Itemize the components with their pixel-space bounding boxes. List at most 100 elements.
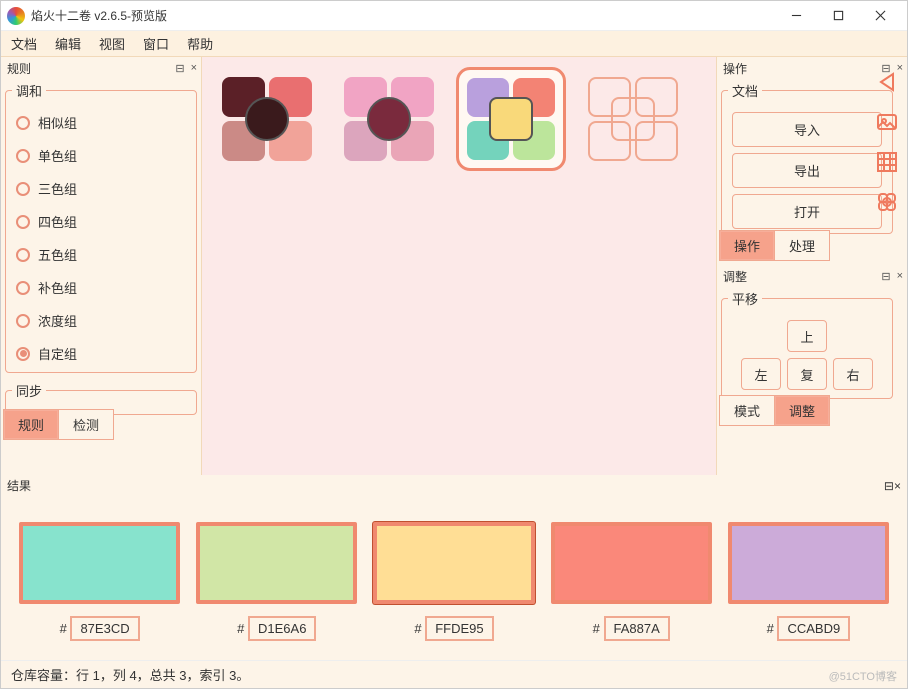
results-title: 结果 bbox=[7, 477, 884, 494]
pin-icon[interactable]: ⊟ bbox=[884, 479, 894, 493]
maximize-button[interactable] bbox=[817, 1, 859, 31]
harmony-option[interactable]: 四色组 bbox=[12, 205, 190, 238]
rules-tabs: 规则 检测 bbox=[3, 409, 201, 440]
hex-prefix: # bbox=[237, 621, 248, 636]
ops-panel-title: 操作 bbox=[723, 60, 875, 77]
tab-adjust[interactable]: 调整 bbox=[775, 395, 830, 426]
menu-view[interactable]: 视图 bbox=[99, 34, 125, 53]
palette-thumbnail[interactable] bbox=[456, 67, 566, 171]
status-text: 仓库容量：行 1，列 4，总共 3，索引 3。 bbox=[11, 665, 249, 684]
result-swatch[interactable]: # FFDE95 bbox=[373, 522, 534, 641]
pin-icon[interactable]: ⊟ bbox=[881, 270, 890, 283]
palette-thumbnail[interactable] bbox=[578, 67, 688, 171]
harmony-group: 调和 相似组单色组三色组四色组五色组补色组浓度组自定组 bbox=[5, 81, 197, 373]
close-icon[interactable]: × bbox=[894, 479, 901, 493]
ops-doc-legend: 文档 bbox=[728, 81, 762, 100]
radio-icon bbox=[16, 314, 30, 328]
menu-file[interactable]: 文档 bbox=[11, 34, 37, 53]
palette-icon[interactable] bbox=[872, 187, 902, 217]
hex-input[interactable]: 87E3CD bbox=[70, 616, 139, 641]
harmony-option[interactable]: 浓度组 bbox=[12, 304, 190, 337]
reset-button[interactable]: 复 bbox=[787, 358, 827, 390]
swatch-color bbox=[19, 522, 180, 604]
swatch-color bbox=[196, 522, 357, 604]
radio-icon bbox=[16, 281, 30, 295]
harmony-option-label: 浓度组 bbox=[38, 311, 77, 330]
hex-input[interactable]: D1E6A6 bbox=[248, 616, 316, 641]
harmony-option[interactable]: 补色组 bbox=[12, 271, 190, 304]
tab-process[interactable]: 处理 bbox=[775, 230, 830, 261]
grid-icon[interactable] bbox=[872, 147, 902, 177]
tool-iconbar bbox=[867, 61, 907, 217]
menubar: 文档 编辑 视图 窗口 帮助 bbox=[1, 31, 907, 57]
close-icon[interactable]: × bbox=[191, 62, 197, 74]
hex-prefix: # bbox=[414, 621, 425, 636]
tab-ops[interactable]: 操作 bbox=[719, 230, 775, 261]
minimize-button[interactable] bbox=[775, 1, 817, 31]
move-up-button[interactable]: 上 bbox=[787, 320, 827, 352]
open-button[interactable]: 打开 bbox=[732, 194, 882, 229]
harmony-option[interactable]: 相似组 bbox=[12, 106, 190, 139]
tab-mode[interactable]: 模式 bbox=[719, 395, 775, 426]
harmony-option-label: 自定组 bbox=[38, 344, 77, 363]
radio-icon bbox=[16, 116, 30, 130]
watermark: @51CTO博客 bbox=[829, 668, 897, 684]
hex-input[interactable]: FA887A bbox=[604, 616, 670, 641]
result-swatch[interactable]: # 87E3CD bbox=[19, 522, 180, 641]
harmony-option[interactable]: 五色组 bbox=[12, 238, 190, 271]
move-right-button[interactable]: 右 bbox=[833, 358, 873, 390]
menu-window[interactable]: 窗口 bbox=[143, 34, 169, 53]
export-button[interactable]: 导出 bbox=[732, 153, 882, 188]
swatch-color bbox=[373, 522, 534, 604]
translate-legend: 平移 bbox=[728, 289, 762, 308]
harmony-option[interactable]: 三色组 bbox=[12, 172, 190, 205]
titlebar: 焰火十二卷 v2.6.5-预览版 bbox=[1, 1, 907, 31]
sync-legend: 同步 bbox=[12, 381, 46, 400]
tab-rules[interactable]: 规则 bbox=[3, 409, 59, 440]
result-swatch[interactable]: # CCABD9 bbox=[728, 522, 889, 641]
result-swatch[interactable]: # D1E6A6 bbox=[196, 522, 357, 641]
image-icon[interactable] bbox=[872, 107, 902, 137]
translate-group: 平移 上 左 复 右 bbox=[721, 289, 893, 399]
palette-thumbnail[interactable] bbox=[212, 67, 322, 171]
window-title: 焰火十二卷 v2.6.5-预览版 bbox=[31, 7, 167, 24]
hex-prefix: # bbox=[60, 621, 71, 636]
harmony-option-label: 五色组 bbox=[38, 245, 77, 264]
results-panel: 结果 ⊟ × # 87E3CD# D1E6A6# FFDE95# FA887A#… bbox=[1, 475, 907, 660]
menu-help[interactable]: 帮助 bbox=[187, 34, 213, 53]
radio-icon bbox=[16, 347, 30, 361]
harmony-option-label: 三色组 bbox=[38, 179, 77, 198]
harmony-option-label: 相似组 bbox=[38, 113, 77, 132]
result-swatch[interactable]: # FA887A bbox=[551, 522, 712, 641]
close-button[interactable] bbox=[859, 1, 901, 31]
import-button[interactable]: 导入 bbox=[732, 112, 882, 147]
status-bar: 仓库容量：行 1，列 4，总共 3，索引 3。 bbox=[1, 660, 907, 688]
harmony-option-label: 补色组 bbox=[38, 278, 77, 297]
harmony-legend: 调和 bbox=[12, 81, 46, 100]
adjust-panel-title: 调整 bbox=[723, 268, 875, 285]
hex-prefix: # bbox=[593, 621, 604, 636]
ops-tabs: 操作 处理 bbox=[719, 230, 907, 261]
radio-icon bbox=[16, 215, 30, 229]
pin-icon[interactable]: ⊟ bbox=[175, 62, 184, 75]
tab-detect[interactable]: 检测 bbox=[59, 409, 114, 440]
adjust-tabs: 模式 调整 bbox=[719, 395, 907, 426]
harmony-option[interactable]: 单色组 bbox=[12, 139, 190, 172]
harmony-option-label: 四色组 bbox=[38, 212, 77, 231]
harmony-option[interactable]: 自定组 bbox=[12, 337, 190, 370]
menu-edit[interactable]: 编辑 bbox=[55, 34, 81, 53]
back-icon[interactable] bbox=[872, 67, 902, 97]
hex-input[interactable]: CCABD9 bbox=[777, 616, 850, 641]
app-icon bbox=[7, 7, 25, 25]
harmony-option-label: 单色组 bbox=[38, 146, 77, 165]
move-left-button[interactable]: 左 bbox=[741, 358, 781, 390]
palette-thumbnail[interactable] bbox=[334, 67, 444, 171]
rules-panel-title: 规则 bbox=[7, 60, 169, 77]
radio-icon bbox=[16, 248, 30, 262]
hex-input[interactable]: FFDE95 bbox=[425, 616, 493, 641]
radio-icon bbox=[16, 149, 30, 163]
swatch-color bbox=[551, 522, 712, 604]
close-icon[interactable]: × bbox=[897, 270, 903, 282]
swatch-color bbox=[728, 522, 889, 604]
hex-prefix: # bbox=[767, 621, 778, 636]
